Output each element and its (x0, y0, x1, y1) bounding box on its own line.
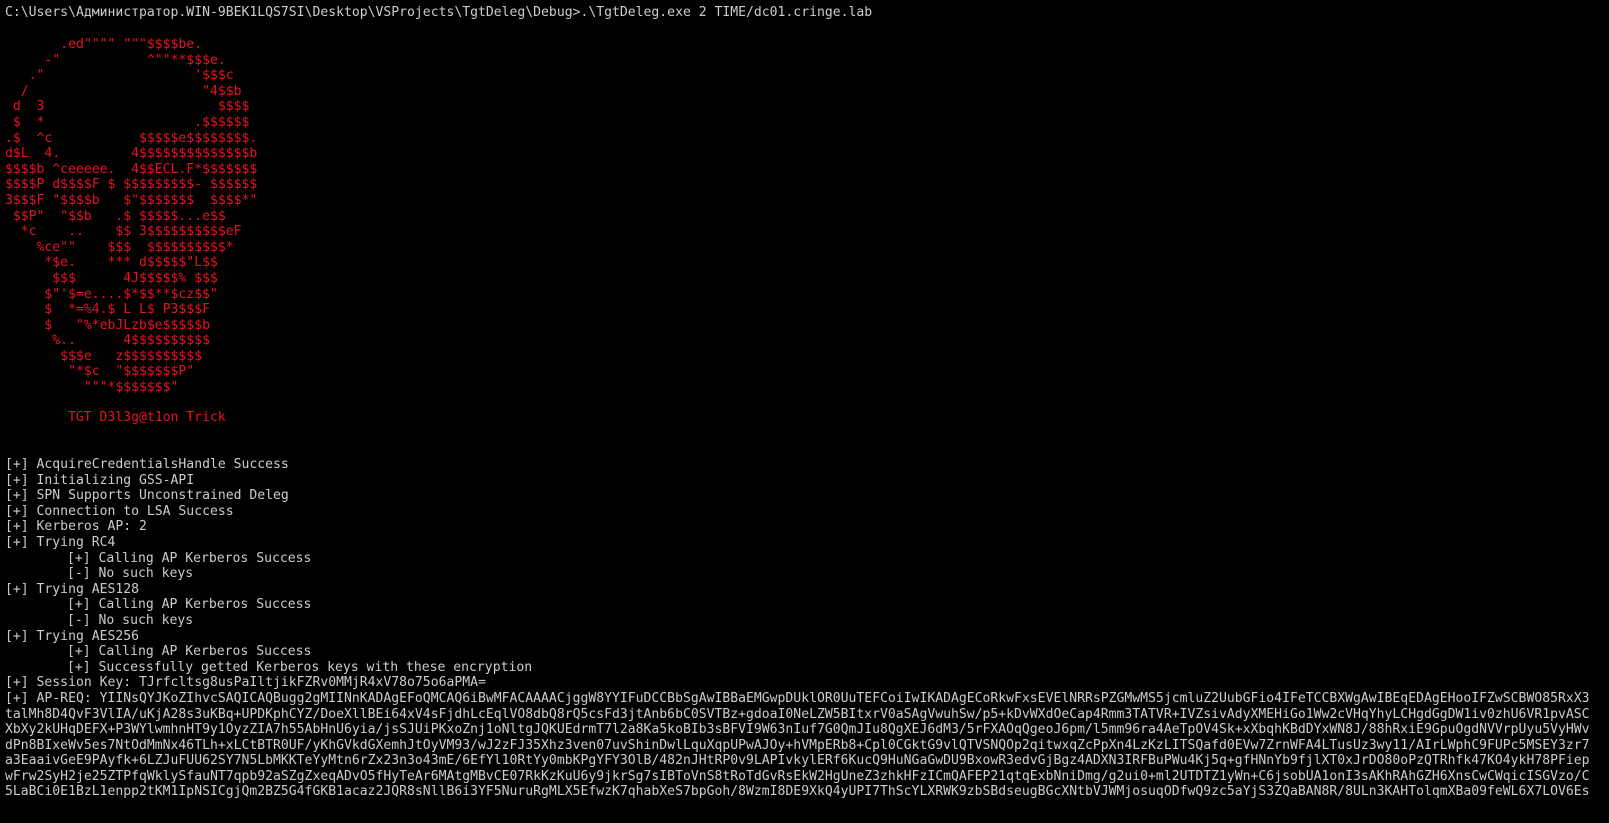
ap-req-continuation: talMh8D4QvF3VlIA/uKjA28s3uKBq+UPDKphCYZ/… (5, 706, 1590, 722)
ap-req-continuation: 5LaBCi0E1BzL1enpp2tKM1IpNSICgjQm2BZ5G4fG… (5, 784, 1590, 800)
log-line: [+] Calling AP Kerberos Success (67, 644, 312, 660)
log-line: [-] No such keys (67, 566, 194, 582)
log-line: [+] Trying RC4 (5, 534, 116, 550)
console-window[interactable]: C:\Users\Администратор.WIN-9BEK1LQS7SI\D… (0, 0, 1609, 823)
ap-req-continuation: wFrw2SyH2je25ZTPfqWklySfauNT7qpb92aSZgZx… (5, 768, 1590, 784)
log-line: [+] Calling AP Kerberos Success (67, 597, 312, 613)
session-key-line: [+] Session Key: TJrfcltsg8usPaIltjikFZR… (5, 675, 486, 691)
ap-req-continuation: XbXy2kUHqDEFX+P3WYlwmhnHT9y1OyzZIA7h55Ab… (5, 722, 1590, 738)
log-line: [+] Successfully getted Kerberos keys wi… (67, 659, 533, 675)
log-line: [-] No such keys (67, 612, 194, 628)
log-line: [+] Initializing GSS-API (5, 472, 195, 488)
ascii-art-skull: .ed"""" """$$$$be. -" ^""**$$$e. ." '$$$… (5, 37, 258, 396)
log-line: [+] AcquireCredentialsHandle Success (5, 457, 289, 472)
log-line: [+] Connection to LSA Success (5, 503, 234, 519)
log-line: [+] Kerberos AP: 2 (5, 519, 147, 535)
log-line: [+] Trying AES128 (5, 581, 140, 597)
output-log: [+] AcquireCredentialsHandle Success [+]… (5, 457, 1590, 800)
ap-req-continuation: dPn8BIxeWv5es7NtOdMmNx46TLh+xLCtBTR0UF/y… (5, 737, 1590, 753)
command-prompt-line: C:\Users\Администратор.WIN-9BEK1LQS7SI\D… (5, 5, 873, 20)
log-line: [+] Calling AP Kerberos Success (67, 550, 312, 566)
log-line: [+] Trying AES256 (5, 628, 140, 644)
log-line: [+] SPN Supports Unconstrained Deleg (5, 488, 289, 504)
ap-req-line: [+] AP-REQ: YIINsQYJKoZIhvcSAQICAQBugg2g… (5, 690, 1590, 706)
ap-req-continuation: a3EaaivGeE9PAyfk+6LZJuFUU62SY7N5LbMKKTeY… (5, 753, 1590, 769)
tool-tagline: TGT D3l3g@t1on Trick (68, 410, 226, 425)
